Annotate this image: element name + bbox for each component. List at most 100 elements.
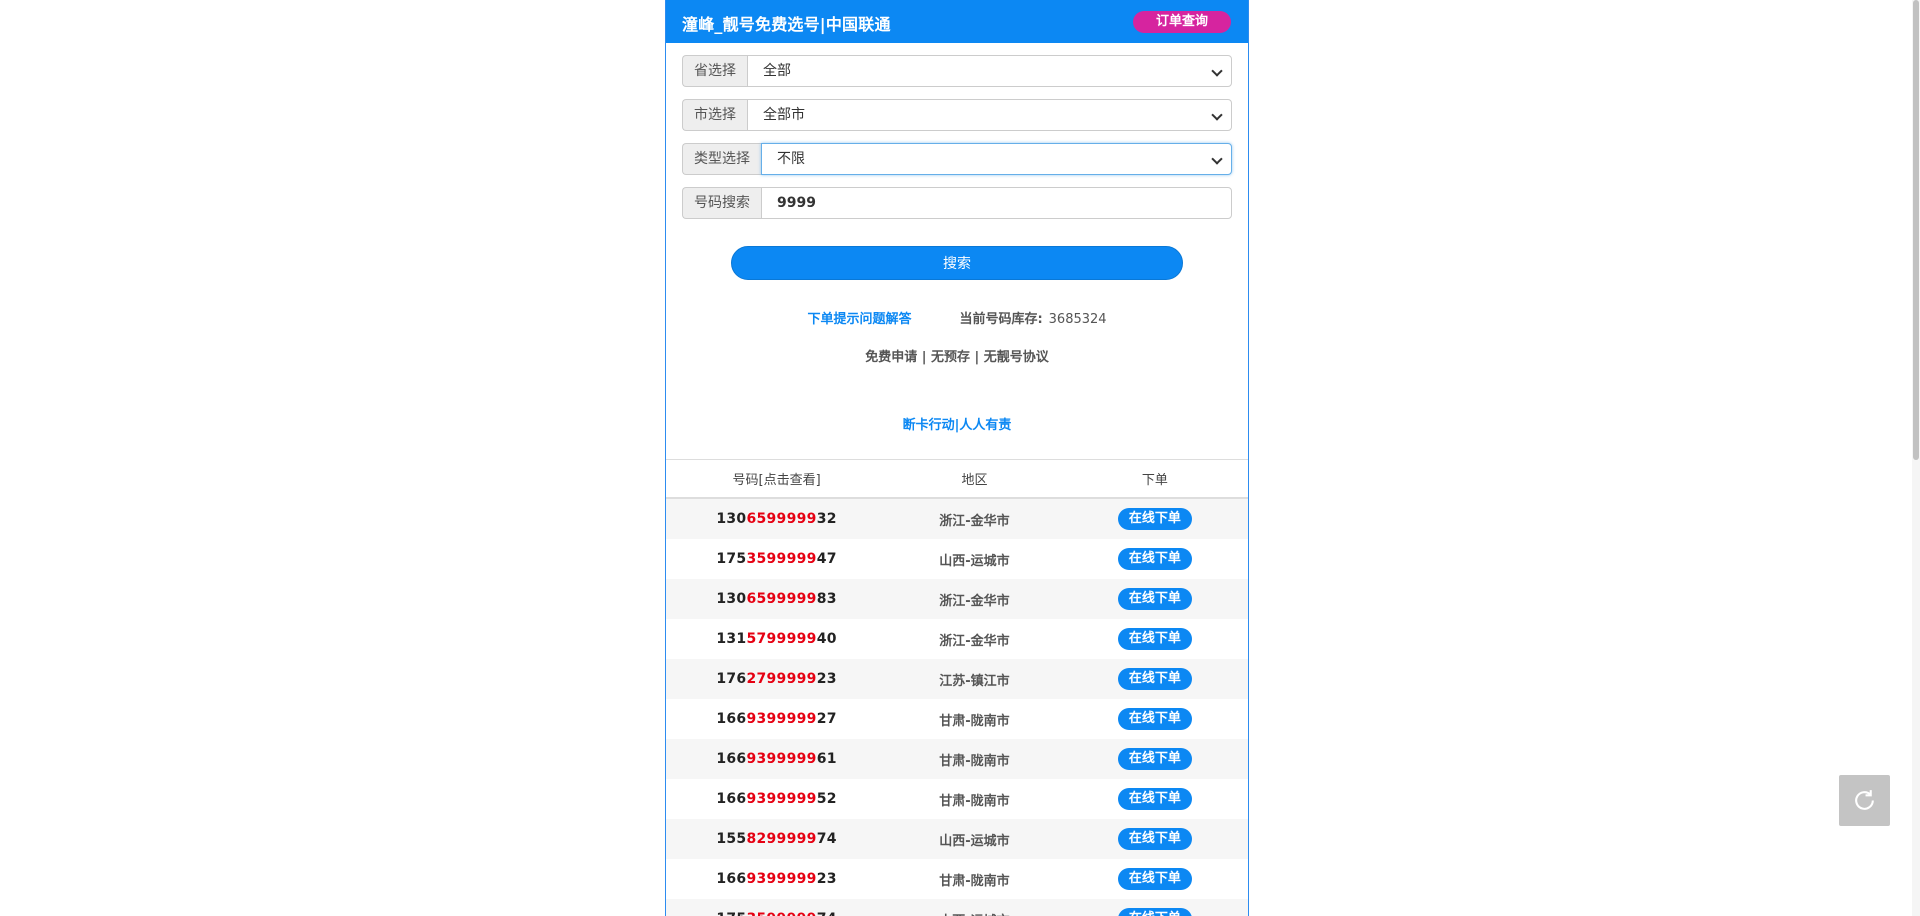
type-value: 不限	[777, 151, 805, 167]
region-cell: 山西-运城市	[887, 899, 1062, 916]
region-cell: 山西-运城市	[887, 539, 1062, 579]
number-suffix: 27	[816, 711, 837, 727]
number-prefix: 130	[716, 591, 747, 607]
province-select[interactable]: 全部	[747, 55, 1232, 87]
chevron-down-icon	[1211, 109, 1223, 121]
phone-number[interactable]: 175359999974	[716, 911, 837, 916]
city-row: 市选择 全部市	[682, 99, 1232, 131]
region-cell: 山西-运城市	[887, 819, 1062, 859]
region-cell: 浙江-金华市	[887, 619, 1062, 659]
scrollbar-thumb[interactable]	[1913, 0, 1919, 460]
table-header-row: 号码[点击查看] 地区 下单	[666, 459, 1248, 499]
buy-button[interactable]: 在线下单	[1117, 788, 1192, 810]
city-label: 市选择	[682, 99, 747, 131]
free-text: 免费申请 | 无预存 | 无靓号协议	[865, 350, 1049, 365]
buy-button[interactable]: 在线下单	[1117, 628, 1192, 650]
table-row: 131579999940 浙江-金华市 在线下单	[666, 619, 1248, 659]
col-region-header: 地区	[887, 459, 1062, 499]
province-value: 全部	[763, 63, 791, 79]
table-row: 166939999923 甘肃-陇南市 在线下单	[666, 859, 1248, 899]
faq-link[interactable]: 下单提示问题解答	[807, 312, 911, 327]
buy-button[interactable]: 在线下单	[1117, 908, 1192, 916]
region-text: 甘肃-陇南市	[939, 793, 1010, 809]
number-prefix: 166	[716, 751, 747, 767]
number-prefix: 166	[716, 871, 747, 887]
phone-number[interactable]: 166939999923	[716, 871, 837, 887]
number-suffix: 61	[816, 751, 837, 767]
number-prefix: 176	[716, 671, 747, 687]
number-suffix: 74	[816, 831, 837, 847]
buy-button[interactable]: 在线下单	[1117, 548, 1192, 570]
info-line: 下单提示问题解答 当前号码库存: 3685324	[666, 308, 1248, 327]
region-text: 甘肃-陇南市	[939, 753, 1010, 769]
region-text: 山西-运城市	[939, 833, 1010, 849]
number-search-input[interactable]: 9999	[761, 187, 1232, 219]
number-suffix: 32	[816, 511, 837, 527]
buy-button[interactable]: 在线下单	[1117, 868, 1192, 890]
table-body: 130659999932 浙江-金华市 在线下单 175359999947 山西-运城市…	[666, 498, 1248, 916]
search-button[interactable]: 搜索	[731, 246, 1183, 280]
search-label: 号码搜索	[682, 187, 761, 219]
number-prefix: 131	[716, 631, 747, 647]
buy-button[interactable]: 在线下单	[1117, 588, 1192, 610]
region-text: 浙江-金华市	[939, 513, 1010, 529]
buy-button[interactable]: 在线下单	[1117, 708, 1192, 730]
phone-number[interactable]: 130659999932	[716, 511, 837, 527]
region-text: 山西-运城市	[939, 553, 1010, 569]
number-highlight: 3599999	[746, 911, 816, 916]
buy-cell: 在线下单	[1062, 899, 1248, 916]
stock-value: 3685324	[1048, 312, 1107, 327]
type-select[interactable]: 不限	[761, 143, 1232, 175]
number-cell[interactable]: 175359999974	[666, 899, 887, 916]
number-cell[interactable]: 166939999961	[666, 739, 887, 779]
number-cell[interactable]: 166939999927	[666, 699, 887, 739]
buy-button[interactable]: 在线下单	[1117, 828, 1192, 850]
number-cell[interactable]: 166939999952	[666, 779, 887, 819]
buy-cell: 在线下单	[1062, 699, 1248, 739]
region-cell: 甘肃-陇南市	[887, 699, 1062, 739]
region-cell: 浙江-金华市	[887, 579, 1062, 619]
phone-number[interactable]: 155829999974	[716, 831, 837, 847]
number-prefix: 166	[716, 711, 747, 727]
phone-number[interactable]: 166939999952	[716, 791, 837, 807]
filter-form: 省选择 全部 市选择 全部市 类型选择 不限 号码搜索 9999	[666, 43, 1248, 219]
region-cell: 江苏-镇江市	[887, 659, 1062, 699]
buy-button[interactable]: 在线下单	[1117, 748, 1192, 770]
refresh-icon	[1855, 790, 1874, 810]
phone-number[interactable]: 175359999947	[716, 551, 837, 567]
number-cell[interactable]: 130659999932	[666, 498, 887, 539]
province-row: 省选择 全部	[682, 55, 1232, 87]
region-text: 浙江-金华市	[939, 633, 1010, 649]
region-text: 江苏-镇江市	[939, 673, 1010, 689]
number-cell[interactable]: 155829999974	[666, 819, 887, 859]
buy-cell: 在线下单	[1062, 859, 1248, 899]
number-cell[interactable]: 130659999983	[666, 579, 887, 619]
number-cell[interactable]: 175359999947	[666, 539, 887, 579]
scrollbar[interactable]	[1912, 0, 1920, 916]
refresh-button[interactable]	[1839, 775, 1890, 826]
stock-label: 当前号码库存:	[959, 312, 1043, 327]
region-text: 甘肃-陇南市	[939, 873, 1010, 889]
number-cell[interactable]: 176279999923	[666, 659, 887, 699]
number-highlight: 9399999	[746, 711, 817, 727]
table-row: 130659999983 浙江-金华市 在线下单	[666, 579, 1248, 619]
number-prefix: 155	[716, 831, 747, 847]
phone-number[interactable]: 166939999961	[716, 751, 837, 767]
number-prefix: 166	[716, 791, 747, 807]
number-suffix: 83	[816, 591, 837, 607]
city-select[interactable]: 全部市	[747, 99, 1232, 131]
type-row: 类型选择 不限	[682, 143, 1232, 175]
phone-number[interactable]: 131579999940	[716, 631, 837, 647]
number-suffix: 74	[817, 911, 837, 916]
buy-button[interactable]: 在线下单	[1117, 508, 1192, 530]
buy-cell: 在线下单	[1062, 779, 1248, 819]
phone-number[interactable]: 166939999927	[716, 711, 837, 727]
buy-button[interactable]: 在线下单	[1117, 668, 1192, 690]
number-cell[interactable]: 166939999923	[666, 859, 887, 899]
number-cell[interactable]: 131579999940	[666, 619, 887, 659]
phone-number[interactable]: 176279999923	[716, 671, 837, 687]
province-label: 省选择	[682, 55, 747, 87]
slogan-link[interactable]: 断卡行动|人人有责	[666, 414, 1248, 433]
order-query-button[interactable]: 订单查询	[1133, 11, 1231, 33]
phone-number[interactable]: 130659999983	[716, 591, 837, 607]
